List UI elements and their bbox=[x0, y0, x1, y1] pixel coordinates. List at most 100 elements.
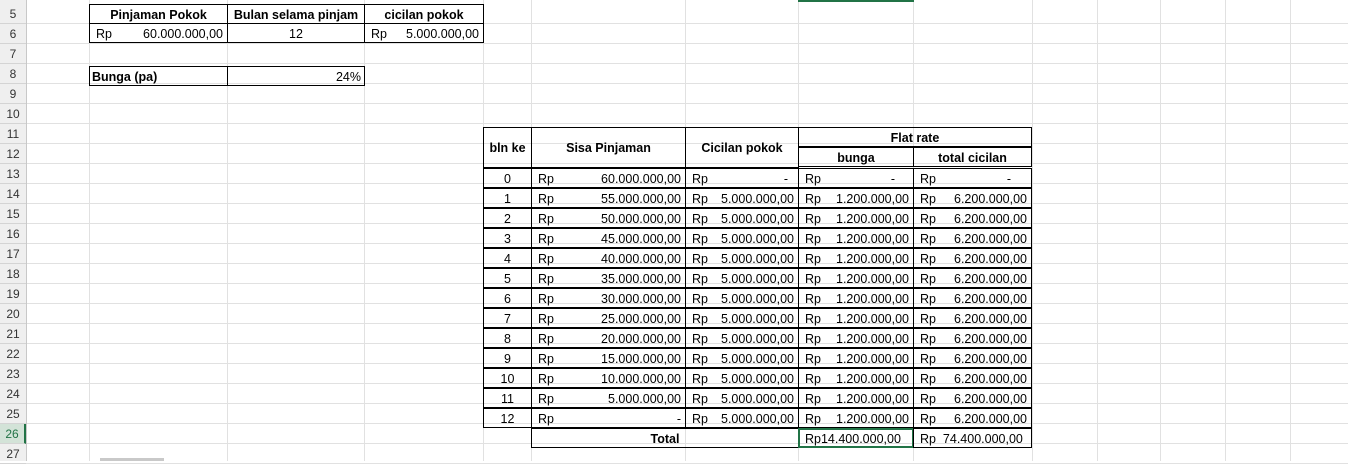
header-cicilan-pokok[interactable]: cicilan pokok bbox=[364, 4, 484, 24]
cell-cicilan[interactable]: Rp 5.000.000,00 bbox=[685, 368, 799, 388]
header-bln-ke[interactable]: bln ke bbox=[483, 127, 532, 168]
header-bunga[interactable]: bunga bbox=[798, 147, 914, 167]
cell-bunga[interactable]: Rp 1.200.000,00 bbox=[798, 188, 914, 208]
cell-bunga[interactable]: Rp 1.200.000,00 bbox=[798, 248, 914, 268]
cell-cicilan[interactable]: Rp 5.000.000,00 bbox=[685, 208, 799, 228]
cell-bln[interactable]: 7 bbox=[483, 308, 532, 328]
header-sisa-pinjaman[interactable]: Sisa Pinjaman bbox=[531, 127, 686, 168]
cell-total[interactable]: Rp 6.200.000,00 bbox=[913, 368, 1032, 388]
cell-bunga[interactable]: Rp 1.200.000,00 bbox=[798, 328, 914, 348]
row-number-18[interactable]: 18 bbox=[0, 264, 26, 284]
cell-bln[interactable]: 1 bbox=[483, 188, 532, 208]
total-cicilan-cell[interactable]: Rp 74.400.000,00 bbox=[913, 428, 1032, 448]
row-number-21[interactable]: 21 bbox=[0, 324, 26, 344]
cell-total[interactable]: Rp 6.200.000,00 bbox=[913, 268, 1032, 288]
cell-total[interactable]: Rp 6.200.000,00 bbox=[913, 408, 1032, 428]
row-number-17[interactable]: 17 bbox=[0, 244, 26, 264]
cell-sisa[interactable]: Rp 5.000.000,00 bbox=[531, 388, 686, 408]
cell-total[interactable]: Rp 6.200.000,00 bbox=[913, 328, 1032, 348]
cell-sisa[interactable]: Rp 35.000.000,00 bbox=[531, 268, 686, 288]
cell-bln[interactable]: 9 bbox=[483, 348, 532, 368]
row-number-5[interactable]: 5 bbox=[0, 4, 26, 24]
cell-cicilan[interactable]: Rp 5.000.000,00 bbox=[685, 348, 799, 368]
row-number-11[interactable]: 11 bbox=[0, 124, 26, 144]
row-number-25[interactable]: 25 bbox=[0, 404, 26, 424]
cell-sisa[interactable]: Rp 60.000.000,00 bbox=[531, 168, 686, 188]
row-number-7[interactable]: 7 bbox=[0, 44, 26, 64]
cell-total[interactable]: Rp 6.200.000,00 bbox=[913, 188, 1032, 208]
cell-bunga[interactable]: Rp 1.200.000,00 bbox=[798, 228, 914, 248]
cell-sisa[interactable]: Rp 15.000.000,00 bbox=[531, 348, 686, 368]
cell-sisa[interactable]: Rp - bbox=[531, 408, 686, 428]
cell-bln[interactable]: 6 bbox=[483, 288, 532, 308]
cell-cicilan[interactable]: Rp 5.000.000,00 bbox=[685, 408, 799, 428]
row-number-15[interactable]: 15 bbox=[0, 204, 26, 224]
row-number-12[interactable]: 12 bbox=[0, 144, 26, 164]
cell-cicilan[interactable]: Rp 5.000.000,00 bbox=[685, 308, 799, 328]
cell-cicilan[interactable]: Rp - bbox=[685, 168, 799, 188]
cell-sisa[interactable]: Rp 20.000.000,00 bbox=[531, 328, 686, 348]
cell-bln[interactable]: 11 bbox=[483, 388, 532, 408]
cell-total[interactable]: Rp 6.200.000,00 bbox=[913, 248, 1032, 268]
cell-bln[interactable]: 0 bbox=[483, 168, 532, 188]
cell-bunga[interactable]: Rp 1.200.000,00 bbox=[798, 208, 914, 228]
cell-sisa[interactable]: Rp 30.000.000,00 bbox=[531, 288, 686, 308]
cell-bunga-label[interactable]: Bunga (pa) bbox=[89, 66, 228, 86]
cell-total[interactable]: Rp 6.200.000,00 bbox=[913, 308, 1032, 328]
row-number-8[interactable]: 8 bbox=[0, 64, 26, 84]
cell-cicilan[interactable]: Rp 5.000.000,00 bbox=[685, 288, 799, 308]
cell-bunga[interactable]: Rp 1.200.000,00 bbox=[798, 308, 914, 328]
cell-cicilan-pokok[interactable]: Rp 5.000.000,00 bbox=[364, 23, 484, 43]
row-number-16[interactable]: 16 bbox=[0, 224, 26, 244]
total-bunga-cell[interactable]: Rp14.400.000,00 bbox=[798, 428, 914, 448]
row-number-14[interactable]: 14 bbox=[0, 184, 26, 204]
row-number-10[interactable]: 10 bbox=[0, 104, 26, 124]
cell-cicilan[interactable]: Rp 5.000.000,00 bbox=[685, 228, 799, 248]
row-number-6[interactable]: 6 bbox=[0, 24, 26, 44]
cell-cicilan[interactable]: Rp 5.000.000,00 bbox=[685, 388, 799, 408]
cell-total[interactable]: Rp 6.200.000,00 bbox=[913, 288, 1032, 308]
cell-bln[interactable]: 10 bbox=[483, 368, 532, 388]
cell-total[interactable]: Rp 6.200.000,00 bbox=[913, 388, 1032, 408]
cell-bln[interactable]: 3 bbox=[483, 228, 532, 248]
total-label[interactable]: Total bbox=[531, 428, 799, 448]
row-number-19[interactable]: 19 bbox=[0, 284, 26, 304]
cell-bunga[interactable]: Rp 1.200.000,00 bbox=[798, 288, 914, 308]
cell-cicilan[interactable]: Rp 5.000.000,00 bbox=[685, 248, 799, 268]
cell-cicilan[interactable]: Rp 5.000.000,00 bbox=[685, 188, 799, 208]
row-number-20[interactable]: 20 bbox=[0, 304, 26, 324]
row-number-13[interactable]: 13 bbox=[0, 164, 26, 184]
cell-sisa[interactable]: Rp 45.000.000,00 bbox=[531, 228, 686, 248]
cell-bunga[interactable]: Rp 1.200.000,00 bbox=[798, 388, 914, 408]
cell-bln[interactable]: 5 bbox=[483, 268, 532, 288]
cell-total[interactable]: Rp 6.200.000,00 bbox=[913, 228, 1032, 248]
row-number-24[interactable]: 24 bbox=[0, 384, 26, 404]
cell-bunga[interactable]: Rp 1.200.000,00 bbox=[798, 348, 914, 368]
cell-sisa[interactable]: Rp 55.000.000,00 bbox=[531, 188, 686, 208]
cell-bunga[interactable]: Rp 1.200.000,00 bbox=[798, 368, 914, 388]
cell-bunga[interactable]: Rp 1.200.000,00 bbox=[798, 268, 914, 288]
cell-sisa[interactable]: Rp 25.000.000,00 bbox=[531, 308, 686, 328]
header-total-cicilan[interactable]: total cicilan bbox=[913, 147, 1032, 167]
row-number-22[interactable]: 22 bbox=[0, 344, 26, 364]
cell-bln[interactable]: 2 bbox=[483, 208, 532, 228]
cell-bln[interactable]: 4 bbox=[483, 248, 532, 268]
header-flat-rate[interactable]: Flat rate bbox=[798, 127, 1032, 147]
cell-cicilan[interactable]: Rp 5.000.000,00 bbox=[685, 328, 799, 348]
row-number-26[interactable]: 26 bbox=[0, 424, 26, 444]
header-bulan-selama-pinjam[interactable]: Bulan selama pinjam bbox=[227, 4, 365, 24]
row-number-23[interactable]: 23 bbox=[0, 364, 26, 384]
header-cicilan-pokok-table[interactable]: Cicilan pokok bbox=[685, 127, 799, 168]
cell-bln[interactable]: 8 bbox=[483, 328, 532, 348]
cell-bunga[interactable]: Rp 1.200.000,00 bbox=[798, 408, 914, 428]
cell-cicilan[interactable]: Rp 5.000.000,00 bbox=[685, 268, 799, 288]
header-pinjaman-pokok[interactable]: Pinjaman Pokok bbox=[89, 4, 228, 24]
cell-bln[interactable]: 12 bbox=[483, 408, 532, 428]
cell-sisa[interactable]: Rp 40.000.000,00 bbox=[531, 248, 686, 268]
row-number-9[interactable]: 9 bbox=[0, 84, 26, 104]
cell-bulan[interactable]: 12 bbox=[227, 23, 365, 43]
cell-pinjaman-pokok[interactable]: Rp 60.000.000,00 bbox=[89, 23, 228, 43]
row-number-27[interactable]: 27 bbox=[0, 444, 26, 464]
cell-sisa[interactable]: Rp 50.000.000,00 bbox=[531, 208, 686, 228]
cell-total[interactable]: Rp 6.200.000,00 bbox=[913, 348, 1032, 368]
